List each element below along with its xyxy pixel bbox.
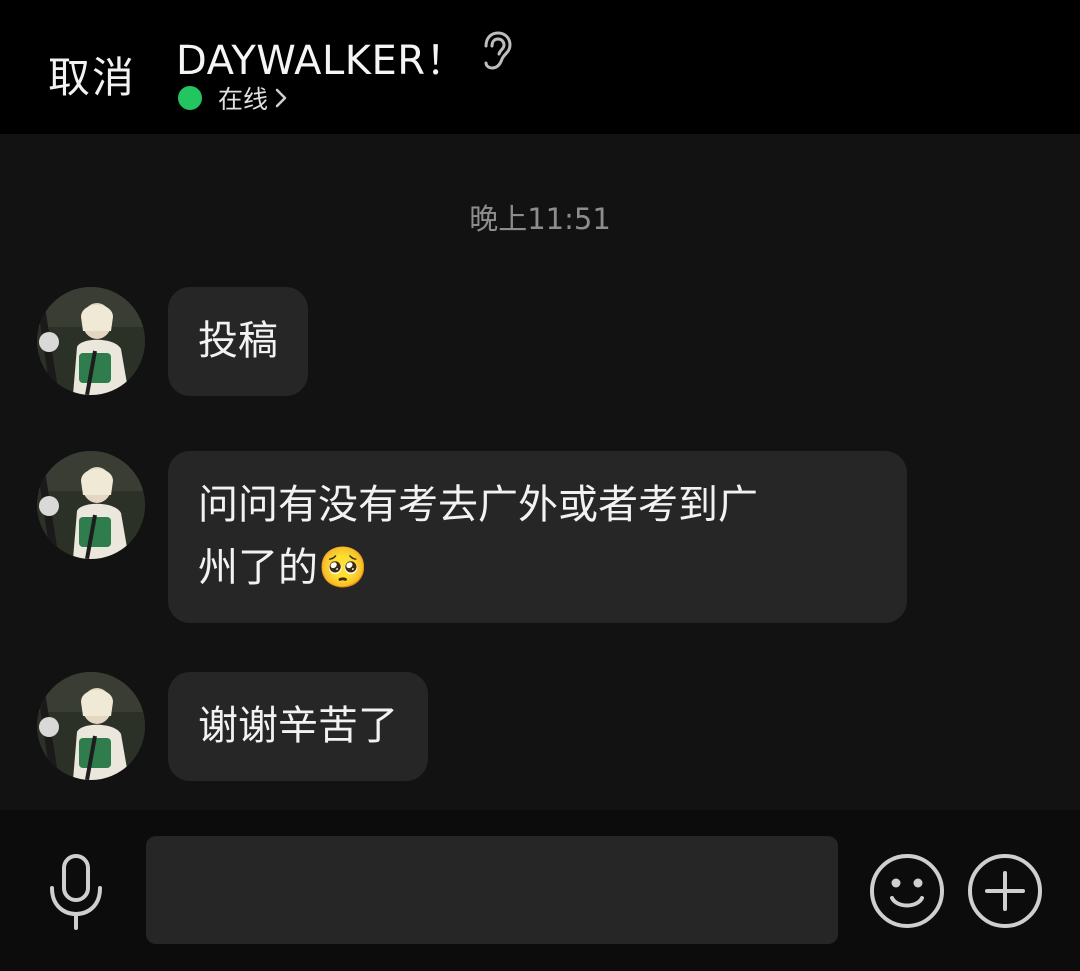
message-list[interactable]: 晚上11:51 投稿 问问有没有考去广外或者考到广 州了的🥺 谢谢辛苦了 (0, 134, 1080, 810)
plus-circle-icon[interactable] (966, 852, 1044, 930)
smiley-icon[interactable] (868, 852, 946, 930)
chevron-right-icon (275, 88, 287, 108)
online-status[interactable]: 在线 (178, 82, 288, 114)
message-bubble[interactable]: 谢谢辛苦了 (168, 672, 428, 781)
status-text: 在线 (218, 85, 269, 114)
message-timestamp: 晚上11:51 (469, 202, 611, 236)
chat-title: DAYWALKER！ (176, 38, 467, 84)
avatar[interactable] (37, 287, 145, 395)
message-input[interactable] (146, 836, 838, 944)
microphone-icon[interactable] (44, 852, 108, 932)
message-bubble[interactable]: 问问有没有考去广外或者考到广 州了的🥺 (168, 451, 907, 623)
cancel-button[interactable]: 取消 (48, 44, 136, 105)
message-bubble[interactable]: 投稿 (168, 287, 308, 396)
message-line: 问问有没有考去广外或者考到广 (198, 482, 758, 528)
ear-icon[interactable] (478, 30, 514, 72)
chat-header: 取消 DAYWALKER！ 在线 (0, 0, 1080, 134)
message-line: 州了的🥺 (198, 545, 368, 591)
avatar[interactable] (37, 451, 145, 559)
chat-screen: 取消 DAYWALKER！ 在线 晚上11:51 投稿 问问有没有考去广外或者考… (0, 0, 1080, 971)
avatar[interactable] (37, 672, 145, 780)
online-dot (178, 86, 202, 110)
